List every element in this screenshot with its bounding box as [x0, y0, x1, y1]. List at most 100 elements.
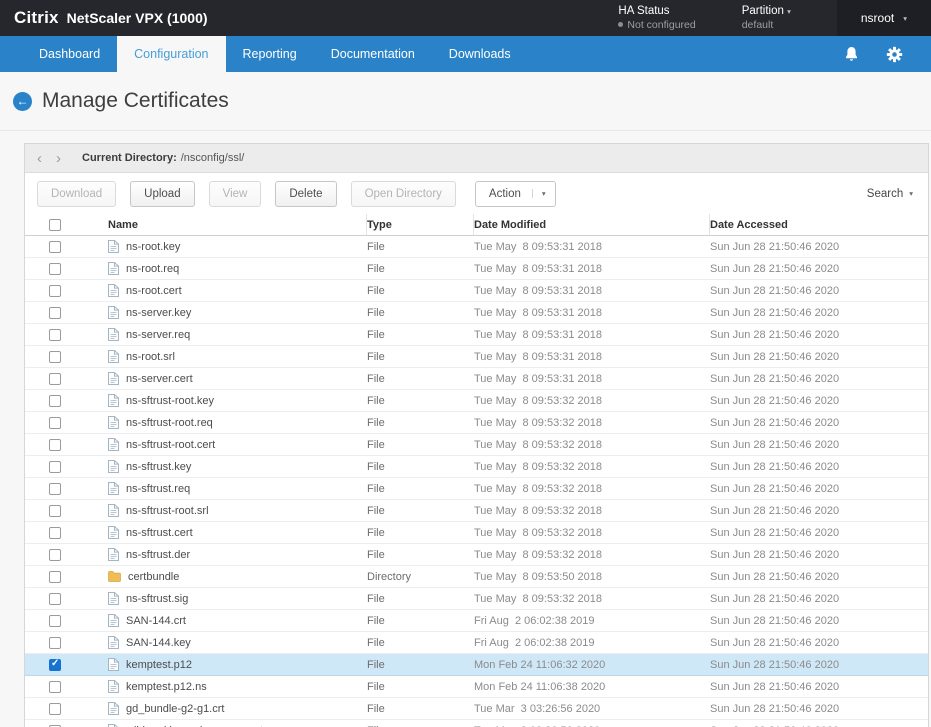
table-row[interactable]: ns-sftrust.sigFileTue May 8 09:53:32 201…: [25, 588, 928, 610]
file-type: File: [366, 544, 473, 565]
table-header: Name Type Date Modified Date Accessed: [25, 214, 928, 236]
table-row[interactable]: ns-sftrust.keyFileTue May 8 09:53:32 201…: [25, 456, 928, 478]
table-row[interactable]: gd_bundle-g2-g1.crtFileTue Mar 3 03:26:5…: [25, 698, 928, 720]
titlebar: Citrix NetScaler VPX (1000) HA Status No…: [0, 0, 931, 36]
date-modified: Fri Aug 2 06:02:38 2019: [473, 632, 709, 653]
row-checkbox[interactable]: [49, 681, 61, 693]
date-accessed: Sun Jun 28 21:50:46 2020: [709, 368, 928, 389]
row-checkbox[interactable]: [49, 373, 61, 385]
open-directory-button[interactable]: Open Directory: [351, 181, 456, 207]
file-type: File: [366, 434, 473, 455]
table-row[interactable]: certbundleDirectoryTue May 8 09:53:50 20…: [25, 566, 928, 588]
current-directory-path: /nsconfig/ssl/: [181, 152, 245, 164]
row-checkbox[interactable]: [49, 659, 61, 671]
nav-back-icon[interactable]: ‹: [30, 151, 49, 166]
row-checkbox[interactable]: [49, 241, 61, 253]
select-all-checkbox[interactable]: [49, 219, 61, 231]
gear-icon[interactable]: [886, 46, 903, 63]
date-modified: Tue May 8 09:53:31 2018: [473, 368, 709, 389]
product-name: NetScaler VPX (1000): [67, 10, 208, 26]
row-checkbox[interactable]: [49, 703, 61, 715]
file-name: kemptest.p12.ns: [126, 681, 207, 693]
file-name: ns-server.cert: [126, 373, 193, 385]
partition-value: default: [742, 19, 791, 32]
column-header-name[interactable]: Name: [85, 214, 366, 235]
table-row[interactable]: ns-sftrust-root.certFileTue May 8 09:53:…: [25, 434, 928, 456]
table-row[interactable]: kemptest.p12.nsFileMon Feb 24 11:06:38 2…: [25, 676, 928, 698]
file-name: ns-sftrust.key: [126, 461, 191, 473]
view-button[interactable]: View: [209, 181, 262, 207]
chevron-down-icon: ▾: [532, 189, 546, 198]
upload-button[interactable]: Upload: [130, 181, 194, 207]
table-row[interactable]: ns-sftrust-root.srlFileTue May 8 09:53:3…: [25, 500, 928, 522]
date-accessed: Sun Jun 28 21:50:46 2020: [709, 390, 928, 411]
table-row[interactable]: ns-sftrust-root.keyFileTue May 8 09:53:3…: [25, 390, 928, 412]
column-header-date-accessed[interactable]: Date Accessed: [709, 214, 928, 235]
tab-downloads[interactable]: Downloads: [432, 36, 528, 72]
date-accessed: Sun Jun 28 21:50:46 2020: [709, 610, 928, 631]
table-row[interactable]: ns-root.srlFileTue May 8 09:53:31 2018Su…: [25, 346, 928, 368]
table-row[interactable]: kemptest.p12FileMon Feb 24 11:06:32 2020…: [25, 654, 928, 676]
column-header-type[interactable]: Type: [366, 214, 473, 235]
table-row[interactable]: ns-root.reqFileTue May 8 09:53:31 2018Su…: [25, 258, 928, 280]
action-button[interactable]: Action▾: [475, 181, 556, 207]
table-row[interactable]: ns-server.reqFileTue May 8 09:53:31 2018…: [25, 324, 928, 346]
table-row[interactable]: ns-root.keyFileTue May 8 09:53:31 2018Su…: [25, 236, 928, 258]
partition-menu[interactable]: Partition ▾ default: [742, 4, 791, 33]
row-checkbox[interactable]: [49, 307, 61, 319]
file-type: File: [366, 500, 473, 521]
file-type: File: [366, 698, 473, 719]
bell-icon[interactable]: [844, 46, 859, 62]
file-type: File: [366, 390, 473, 411]
row-checkbox[interactable]: [49, 351, 61, 363]
table-row[interactable]: ns-root.certFileTue May 8 09:53:31 2018S…: [25, 280, 928, 302]
table-row[interactable]: SAN-144.keyFileFri Aug 2 06:02:38 2019Su…: [25, 632, 928, 654]
row-checkbox[interactable]: [49, 593, 61, 605]
file-type: File: [366, 522, 473, 543]
row-checkbox[interactable]: [49, 527, 61, 539]
table-row[interactable]: ns-sftrust-root.reqFileTue May 8 09:53:3…: [25, 412, 928, 434]
table-row[interactable]: ns-server.keyFileTue May 8 09:53:31 2018…: [25, 302, 928, 324]
row-checkbox[interactable]: [49, 483, 61, 495]
file-icon: [108, 394, 119, 407]
user-menu[interactable]: nsroot ▾: [837, 0, 931, 36]
tab-dashboard[interactable]: Dashboard: [22, 36, 117, 72]
date-modified: Tue Mar 3 03:26:56 2020: [473, 698, 709, 719]
table-row[interactable]: wildcard.kempdemo.com.crtFileTue Mar 3 0…: [25, 720, 928, 727]
row-checkbox[interactable]: [49, 615, 61, 627]
date-accessed: Sun Jun 28 21:50:46 2020: [709, 478, 928, 499]
row-checkbox[interactable]: [49, 571, 61, 583]
row-checkbox[interactable]: [49, 395, 61, 407]
date-accessed: Sun Jun 28 21:50:46 2020: [709, 500, 928, 521]
nav-forward-icon[interactable]: ›: [49, 151, 68, 166]
row-checkbox[interactable]: [49, 505, 61, 517]
table-row[interactable]: ns-server.certFileTue May 8 09:53:31 201…: [25, 368, 928, 390]
file-icon: [108, 636, 119, 649]
row-checkbox[interactable]: [49, 263, 61, 275]
tab-reporting[interactable]: Reporting: [226, 36, 314, 72]
tab-configuration[interactable]: Configuration: [117, 36, 225, 72]
row-checkbox[interactable]: [49, 461, 61, 473]
download-button[interactable]: Download: [37, 181, 116, 207]
table-row[interactable]: ns-sftrust.reqFileTue May 8 09:53:32 201…: [25, 478, 928, 500]
delete-button[interactable]: Delete: [275, 181, 336, 207]
back-button[interactable]: ←: [13, 92, 32, 111]
table-row[interactable]: ns-sftrust.derFileTue May 8 09:53:32 201…: [25, 544, 928, 566]
table-row[interactable]: ns-sftrust.certFileTue May 8 09:53:32 20…: [25, 522, 928, 544]
date-accessed: Sun Jun 28 21:50:46 2020: [709, 698, 928, 719]
date-accessed: Sun Jun 28 21:50:46 2020: [709, 588, 928, 609]
file-type: File: [366, 654, 473, 675]
table-row[interactable]: SAN-144.crtFileFri Aug 2 06:02:38 2019Su…: [25, 610, 928, 632]
file-icon: [108, 702, 119, 715]
row-checkbox[interactable]: [49, 637, 61, 649]
row-checkbox[interactable]: [49, 417, 61, 429]
search-toggle[interactable]: Search ▾: [867, 188, 913, 200]
tab-documentation[interactable]: Documentation: [314, 36, 432, 72]
date-accessed: Sun Jun 28 21:50:46 2020: [709, 632, 928, 653]
row-checkbox[interactable]: [49, 549, 61, 561]
row-checkbox[interactable]: [49, 285, 61, 297]
row-checkbox[interactable]: [49, 329, 61, 341]
column-header-date-modified[interactable]: Date Modified: [473, 214, 709, 235]
row-checkbox[interactable]: [49, 439, 61, 451]
date-modified: Fri Aug 2 06:02:38 2019: [473, 610, 709, 631]
